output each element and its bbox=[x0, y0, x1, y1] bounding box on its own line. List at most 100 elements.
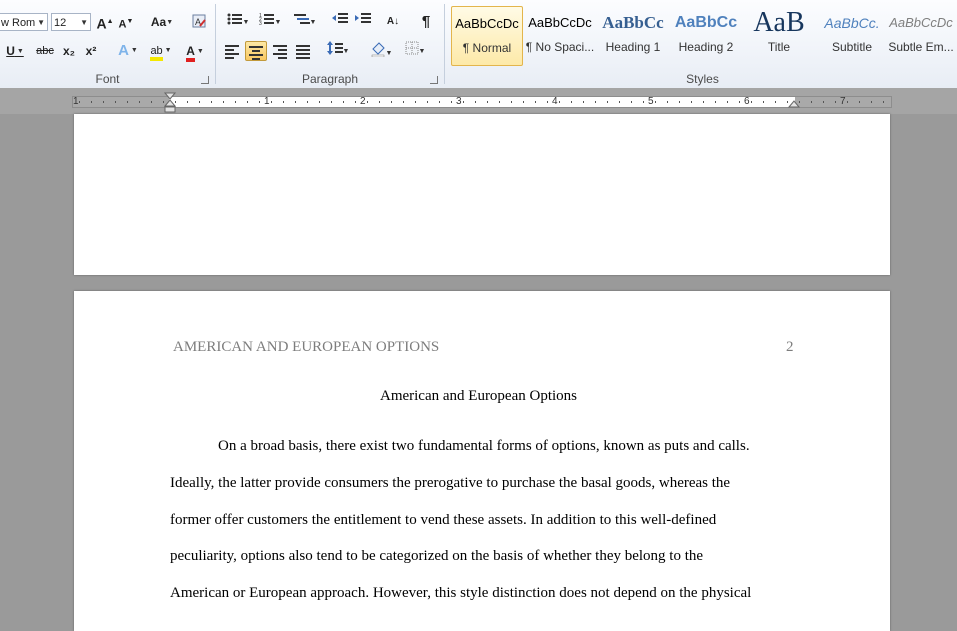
style-sample: AaBbCcDc bbox=[889, 15, 953, 30]
style-sample: AaBbCc bbox=[674, 14, 738, 31]
align-center-button[interactable] bbox=[245, 41, 267, 61]
style-name: Heading 2 bbox=[678, 40, 734, 54]
document-title[interactable]: American and European Options bbox=[0, 388, 957, 405]
font-color-icon: A bbox=[186, 44, 195, 62]
style-sample: AaBbCc. bbox=[824, 15, 880, 31]
ruler-tick bbox=[559, 101, 560, 103]
ruler-tick bbox=[451, 101, 452, 103]
bullets-button[interactable]: ▼ bbox=[224, 12, 252, 32]
underline-button[interactable]: U ▼ bbox=[2, 41, 28, 61]
decrease-indent-button[interactable] bbox=[330, 12, 350, 32]
change-case-icon: Aa bbox=[150, 15, 167, 29]
justify-button[interactable] bbox=[293, 41, 313, 61]
style-no-spacing[interactable]: AaBbCcDc ¶ No Spaci... bbox=[524, 6, 596, 66]
align-right-button[interactable] bbox=[270, 41, 290, 61]
ruler-number: 7 bbox=[840, 96, 846, 107]
ruler-tick bbox=[703, 101, 704, 103]
style-name: ¶ Normal bbox=[462, 41, 512, 55]
ruler-tick bbox=[643, 101, 644, 103]
style-name: Heading 1 bbox=[605, 40, 661, 54]
horizontal-ruler[interactable]: 1 1 2 3 4 5 6 7 bbox=[72, 96, 892, 108]
ruler-tick bbox=[427, 101, 428, 103]
numbering-button[interactable]: 1 2 3 ▼ bbox=[256, 12, 284, 32]
style-heading-2[interactable]: AaBbCc Heading 2 bbox=[670, 6, 742, 66]
ruler-tick bbox=[727, 101, 728, 103]
strikethrough-button[interactable]: abc bbox=[34, 41, 56, 61]
ruler-tick bbox=[523, 101, 524, 103]
font-dialog-launcher-icon[interactable] bbox=[201, 76, 209, 84]
ruler-tick bbox=[151, 101, 152, 103]
chevron-down-icon: ▼ bbox=[385, 49, 393, 57]
style-normal[interactable]: AaBbCcDc ¶ Normal bbox=[451, 6, 523, 66]
shrink-font-button[interactable]: A▼ bbox=[117, 12, 135, 32]
ruler-tick bbox=[463, 101, 464, 103]
ruler-tick bbox=[679, 101, 680, 103]
ruler-number: 1 bbox=[264, 96, 270, 107]
body-line[interactable]: former offer customers the entitlement t… bbox=[170, 512, 790, 529]
superscript-button[interactable]: x² bbox=[82, 41, 100, 61]
style-heading-1[interactable]: AaBbCc Heading 1 bbox=[597, 6, 669, 66]
sort-button[interactable]: A↓ bbox=[383, 12, 403, 32]
change-case-button[interactable]: Aa▼ bbox=[148, 12, 176, 32]
grow-font-button[interactable]: A▲ bbox=[96, 12, 114, 32]
align-left-icon bbox=[225, 43, 239, 61]
style-name: ¶ No Spaci... bbox=[525, 40, 595, 54]
align-left-button[interactable] bbox=[222, 41, 242, 61]
body-line[interactable]: peculiarity, options also tend to be cat… bbox=[170, 548, 790, 565]
text-effects-button[interactable]: A ▼ bbox=[114, 41, 142, 61]
ruler-tick bbox=[115, 101, 116, 103]
align-center-icon bbox=[249, 44, 263, 62]
chevron-down-icon: ▼ bbox=[342, 47, 350, 55]
line-spacing-button[interactable]: ▼ bbox=[324, 41, 352, 61]
style-subtle-emphasis[interactable]: AaBbCcDc Subtle Em... bbox=[885, 6, 957, 66]
styles-gallery: AaBbCcDc ¶ Normal AaBbCcDc ¶ No Spaci...… bbox=[448, 6, 957, 66]
styles-group-label: Styles bbox=[686, 72, 719, 86]
ruler-number: 6 bbox=[744, 96, 750, 107]
clear-formatting-button[interactable]: A bbox=[189, 12, 209, 32]
ruler-tick bbox=[319, 101, 320, 103]
font-color-button[interactable]: A ▼ bbox=[180, 41, 210, 62]
ruler-tick bbox=[103, 101, 104, 103]
borders-button[interactable]: ▼ bbox=[400, 41, 430, 61]
subscript-button[interactable]: x₂ bbox=[60, 41, 78, 61]
ruler-tick bbox=[631, 101, 632, 103]
decrease-indent-icon bbox=[332, 13, 348, 23]
ruler-tick bbox=[883, 101, 884, 103]
body-line[interactable]: Ideally, the latter provide consumers th… bbox=[170, 475, 790, 492]
ruler-tick bbox=[391, 101, 392, 103]
chevron-down-icon: ▼ bbox=[309, 18, 317, 26]
numbering-icon: 123 bbox=[259, 13, 274, 27]
font-size-value: 12 bbox=[54, 17, 67, 29]
multilevel-list-button[interactable]: ▼ bbox=[290, 12, 320, 32]
ruler-tick bbox=[691, 101, 692, 103]
first-line-indent-marker[interactable] bbox=[164, 92, 176, 114]
paragraph-dialog-launcher-icon[interactable] bbox=[430, 76, 438, 84]
body-line[interactable]: American or European approach. However, … bbox=[170, 585, 790, 602]
font-name-combo[interactable]: w Rom ▼ bbox=[0, 13, 48, 31]
chevron-down-icon: ▼ bbox=[128, 47, 138, 55]
bullets-icon bbox=[227, 13, 242, 25]
ruler-tick bbox=[355, 101, 356, 103]
highlight-button[interactable]: ab ▼ bbox=[146, 41, 176, 61]
show-formatting-marks-button[interactable]: ¶ bbox=[416, 12, 436, 32]
ruler-tick bbox=[655, 101, 656, 103]
ruler-tick bbox=[367, 101, 368, 103]
chevron-down-icon: ▼ bbox=[418, 47, 426, 55]
pilcrow-icon: ¶ bbox=[421, 13, 431, 30]
style-title[interactable]: AaB Title bbox=[743, 6, 815, 66]
ruler-tick bbox=[667, 101, 668, 103]
increase-indent-button[interactable] bbox=[353, 12, 373, 32]
shading-button[interactable]: ▼ bbox=[366, 41, 396, 61]
right-indent-marker[interactable] bbox=[788, 98, 800, 110]
ruler-tick bbox=[127, 101, 128, 103]
style-subtitle[interactable]: AaBbCc. Subtitle bbox=[816, 6, 888, 66]
body-line[interactable]: On a broad basis, there exist two fundam… bbox=[218, 438, 788, 455]
font-size-combo[interactable]: 12 ▼ bbox=[51, 13, 91, 31]
line-spacing-icon bbox=[326, 41, 343, 55]
ruler-tick bbox=[583, 101, 584, 103]
divider bbox=[444, 4, 445, 84]
style-sample: AaBbCcDc bbox=[528, 15, 592, 30]
ruler-tick bbox=[775, 101, 776, 103]
ruler-tick bbox=[271, 101, 272, 103]
ruler-tick bbox=[247, 101, 248, 103]
